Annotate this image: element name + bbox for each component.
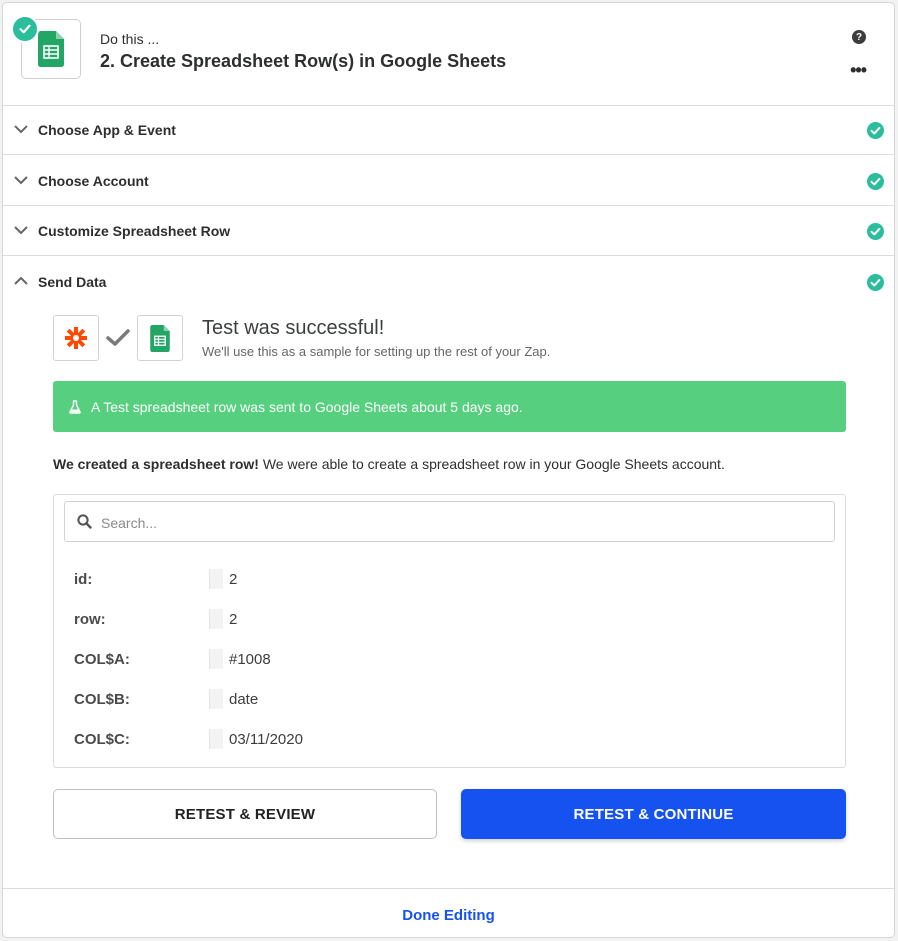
step-card: Do this ... 2. Create Spreadsheet Row(s)… — [2, 2, 895, 938]
flask-icon — [69, 399, 81, 414]
chevron-up-icon — [14, 276, 28, 285]
section-label: Send Data — [38, 274, 107, 290]
section-label: Choose App & Event — [38, 122, 176, 138]
section-customize-spreadsheet-row[interactable]: Customize Spreadsheet Row — [3, 206, 894, 256]
test-result-subtitle: We'll use this as a sample for setting u… — [202, 344, 551, 359]
field-value: date — [229, 691, 259, 708]
google-sheets-icon — [38, 31, 64, 67]
field-key: COL$B: — [74, 691, 130, 708]
zapier-logo — [53, 315, 99, 361]
field-indent-bar — [209, 729, 223, 749]
field-indent-bar — [209, 609, 223, 629]
section-label: Customize Spreadsheet Row — [38, 223, 231, 239]
check-circle-icon — [867, 223, 884, 240]
field-row-col-a: COL$A: #1008 — [74, 649, 814, 671]
field-row-col-b: COL$B: date — [74, 689, 814, 711]
field-indent-bar — [209, 649, 223, 669]
field-key: row: — [74, 611, 106, 628]
sample-data-panel: id: 2 row: 2 COL$A: #1008 COL$B: date CO… — [53, 494, 846, 768]
section-label: Choose Account — [38, 173, 149, 189]
section-choose-account[interactable]: Choose Account — [3, 156, 894, 206]
check-circle-icon — [867, 274, 884, 291]
chevron-down-icon — [14, 226, 28, 235]
field-key: COL$A: — [74, 651, 130, 668]
field-indent-bar — [209, 569, 223, 589]
test-sent-banner: A Test spreadsheet row was sent to Googl… — [53, 381, 846, 432]
footer: Done Editing — [3, 888, 894, 937]
field-row-id: id: 2 — [74, 569, 814, 591]
field-indent-bar — [209, 689, 223, 709]
search-icon — [77, 514, 92, 529]
zapier-asterisk-icon — [65, 327, 87, 349]
check-circle-icon — [867, 122, 884, 139]
field-row-row: row: 2 — [74, 609, 814, 631]
google-sheets-icon — [150, 324, 170, 352]
field-value: 2 — [229, 611, 238, 628]
section-choose-app-event[interactable]: Choose App & Event — [3, 105, 894, 155]
created-message-bold: We created a spreadsheet row! — [53, 456, 259, 472]
field-row-col-c: COL$C: 03/11/2020 — [74, 729, 814, 751]
search-input[interactable] — [99, 502, 823, 543]
step-header: Do this ... 2. Create Spreadsheet Row(s)… — [3, 3, 894, 106]
test-result-title: Test was successful! — [202, 317, 385, 339]
field-key: id: — [74, 571, 93, 588]
retest-review-button[interactable]: RETEST & REVIEW — [53, 789, 437, 839]
step-subtitle: Do this ... — [100, 31, 160, 47]
field-key: COL$C: — [74, 731, 130, 748]
search-box — [64, 501, 835, 543]
section-send-data[interactable]: Send Data — [3, 257, 894, 307]
field-value: 2 — [229, 571, 238, 588]
more-options-icon[interactable]: ••• — [850, 60, 867, 81]
chevron-down-icon — [14, 176, 28, 185]
retest-continue-button[interactable]: RETEST & CONTINUE — [461, 789, 846, 839]
connection-check-icon — [106, 329, 130, 346]
google-sheets-logo — [137, 315, 183, 361]
created-message-rest: We were able to create a spreadsheet row… — [258, 456, 725, 472]
banner-text: A Test spreadsheet row was sent to Googl… — [91, 398, 523, 415]
step-title: 2. Create Spreadsheet Row(s) in Google S… — [100, 51, 507, 71]
help-icon[interactable]: ? — [852, 30, 866, 44]
created-message: We created a spreadsheet row! We were ab… — [53, 456, 725, 472]
field-value: 03/11/2020 — [229, 731, 303, 748]
field-value: #1008 — [229, 651, 271, 668]
check-circle-icon — [867, 173, 884, 190]
chevron-down-icon — [14, 125, 28, 134]
step-complete-check-icon — [11, 15, 39, 43]
done-editing-link[interactable]: Done Editing — [3, 907, 894, 924]
